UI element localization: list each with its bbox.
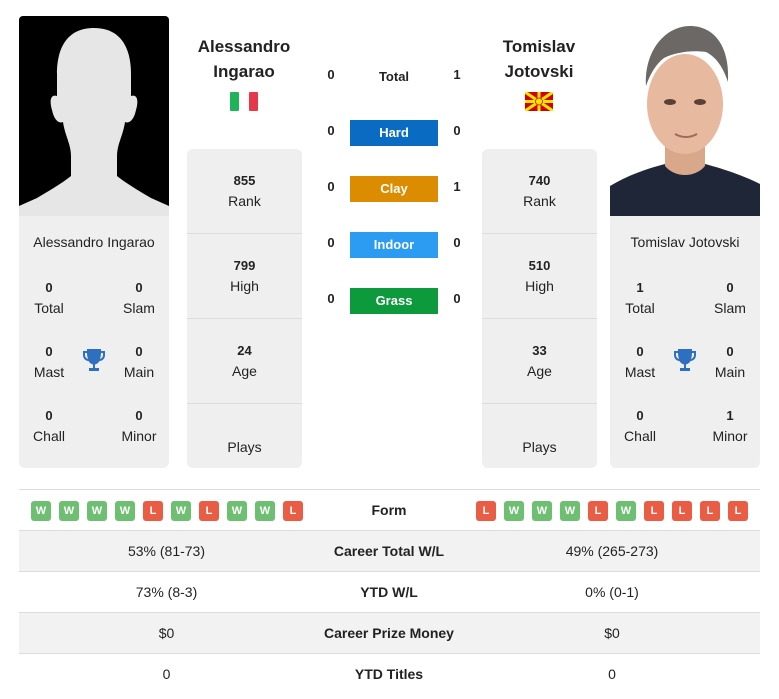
row-label: YTD Titles	[354, 666, 424, 682]
table-row: $0 Career Prize Money $0	[19, 613, 760, 654]
player1-titles-card: Alessandro Ingarao 0 Total 0 Slam 0 Mast 0M…	[19, 216, 169, 468]
table-row: 73% (8-3) YTD W/L 0% (0-1)	[19, 572, 760, 613]
player2-total-titles: 1 Total	[625, 280, 655, 316]
form-win-badge[interactable]: W	[87, 501, 107, 521]
player2-chall-titles: 0 Chall	[624, 408, 656, 444]
form-loss-badge[interactable]: L	[199, 501, 219, 521]
italy-flag-icon	[230, 92, 258, 111]
player2-prize-money: $0	[604, 625, 620, 641]
player2-main-titles: 0 Main	[714, 344, 746, 380]
comparison-table: WWWWLWLWWL Form LWWWLWLLLL 53% (81-73) C…	[19, 489, 760, 695]
surface-hard-button[interactable]: Hard	[350, 120, 438, 146]
form-win-badge[interactable]: W	[59, 501, 79, 521]
h2h-indoor-p1: 0	[327, 235, 335, 250]
h2h-clay-p1: 0	[327, 179, 335, 194]
h2h-total-p1: 0	[327, 67, 335, 82]
form-win-badge[interactable]: W	[504, 501, 524, 521]
player1-full-name: Alessandro Ingarao	[33, 234, 155, 250]
trophy-icon	[82, 347, 106, 373]
silhouette-icon	[19, 28, 169, 216]
player2-photo	[610, 16, 760, 216]
player2-high: 510 High	[482, 234, 597, 319]
form-loss-badge[interactable]: L	[476, 501, 496, 521]
player1-mast-titles: 0 Mast	[33, 344, 65, 380]
player2-mast-titles: 0 Mast	[624, 344, 656, 380]
player1-form: WWWWLWLWWL	[31, 501, 303, 521]
player1-name[interactable]: Alessandro Ingarao	[169, 34, 319, 84]
h2h-clay-p2: 1	[453, 179, 461, 194]
player1-rank: 855 Rank	[187, 149, 302, 234]
form-win-badge[interactable]: W	[227, 501, 247, 521]
form-label: Form	[371, 502, 407, 518]
table-row: 53% (81-73) Career Total W/L 49% (265-27…	[19, 531, 760, 572]
player2-age: 33 Age	[482, 319, 597, 404]
player1-ytd-wl: 73% (8-3)	[135, 584, 198, 600]
player1-prize-money: $0	[158, 625, 175, 641]
form-row: WWWWLWLWWL Form LWWWLWLLLL	[19, 490, 760, 531]
surface-indoor-button[interactable]: Indoor	[350, 232, 438, 258]
row-label: Career Prize Money	[324, 625, 454, 641]
player1-main-titles: 0 Main	[123, 344, 155, 380]
trophy-icon	[673, 347, 697, 373]
surface-grass-button[interactable]: Grass	[350, 288, 438, 314]
player2-ytd-wl: 0% (0-1)	[585, 584, 639, 600]
form-win-badge[interactable]: W	[115, 501, 135, 521]
player1-plays: Plays	[227, 438, 262, 455]
h2h-total-label: Total	[378, 69, 410, 84]
player1-chall-titles: 0 Chall	[33, 408, 65, 444]
player2-career-wl: 49% (265-273)	[565, 543, 659, 559]
form-win-badge[interactable]: W	[171, 501, 191, 521]
player1-slam-titles: 0 Slam	[123, 280, 155, 316]
form-loss-badge[interactable]: L	[283, 501, 303, 521]
player1-total-titles: 0 Total	[34, 280, 64, 316]
form-loss-badge[interactable]: L	[588, 501, 608, 521]
surface-clay-button[interactable]: Clay	[350, 176, 438, 202]
form-loss-badge[interactable]: L	[700, 501, 720, 521]
player2-full-name: Tomislav Jotovski	[630, 234, 740, 250]
north-macedonia-flag-icon	[524, 90, 554, 113]
player1-stats-panel: 855 Rank 799 High 24 Age Plays	[187, 149, 302, 468]
player1-ytd-titles: 0	[162, 666, 171, 682]
h2h-grass-p2: 0	[453, 291, 461, 306]
player1-career-wl: 53% (81-73)	[127, 543, 206, 559]
form-loss-badge[interactable]: L	[644, 501, 664, 521]
player2-plays: Plays	[522, 438, 557, 455]
player2-ytd-titles: 0	[608, 666, 616, 682]
form-win-badge[interactable]: W	[31, 501, 51, 521]
player1-high: 799 High	[187, 234, 302, 319]
form-win-badge[interactable]: W	[616, 501, 636, 521]
player2-form: LWWWLWLLLL	[476, 501, 748, 521]
h2h-hard-p1: 0	[327, 123, 335, 138]
row-label: YTD W/L	[360, 584, 418, 600]
player2-slam-titles: 0 Slam	[714, 280, 746, 316]
form-win-badge[interactable]: W	[255, 501, 275, 521]
player2-minor-titles: 1 Minor	[712, 408, 748, 444]
row-label: Career Total W/L	[333, 543, 445, 559]
form-loss-badge[interactable]: L	[672, 501, 692, 521]
player2-rank: 740 Rank	[482, 149, 597, 234]
form-win-badge[interactable]: W	[532, 501, 552, 521]
form-win-badge[interactable]: W	[560, 501, 580, 521]
player2-stats-panel: 740 Rank 510 High 33 Age Plays	[482, 149, 597, 468]
player2-titles-card: Tomislav Jotovski 1 Total 0 Slam 0 Mast 0 Ma…	[610, 216, 760, 468]
player1-photo	[19, 16, 169, 216]
player1-minor-titles: 0 Minor	[121, 408, 157, 444]
player1-age: 24 Age	[187, 319, 302, 404]
player2-name[interactable]: Tomislav Jotovski	[464, 34, 614, 84]
table-row: 0 YTD Titles 0	[19, 654, 760, 695]
form-loss-badge[interactable]: L	[143, 501, 163, 521]
form-loss-badge[interactable]: L	[728, 501, 748, 521]
h2h-hard-p2: 0	[453, 123, 461, 138]
h2h-grass-p1: 0	[327, 291, 335, 306]
player-headshot-icon	[610, 26, 760, 216]
h2h-indoor-p2: 0	[453, 235, 461, 250]
